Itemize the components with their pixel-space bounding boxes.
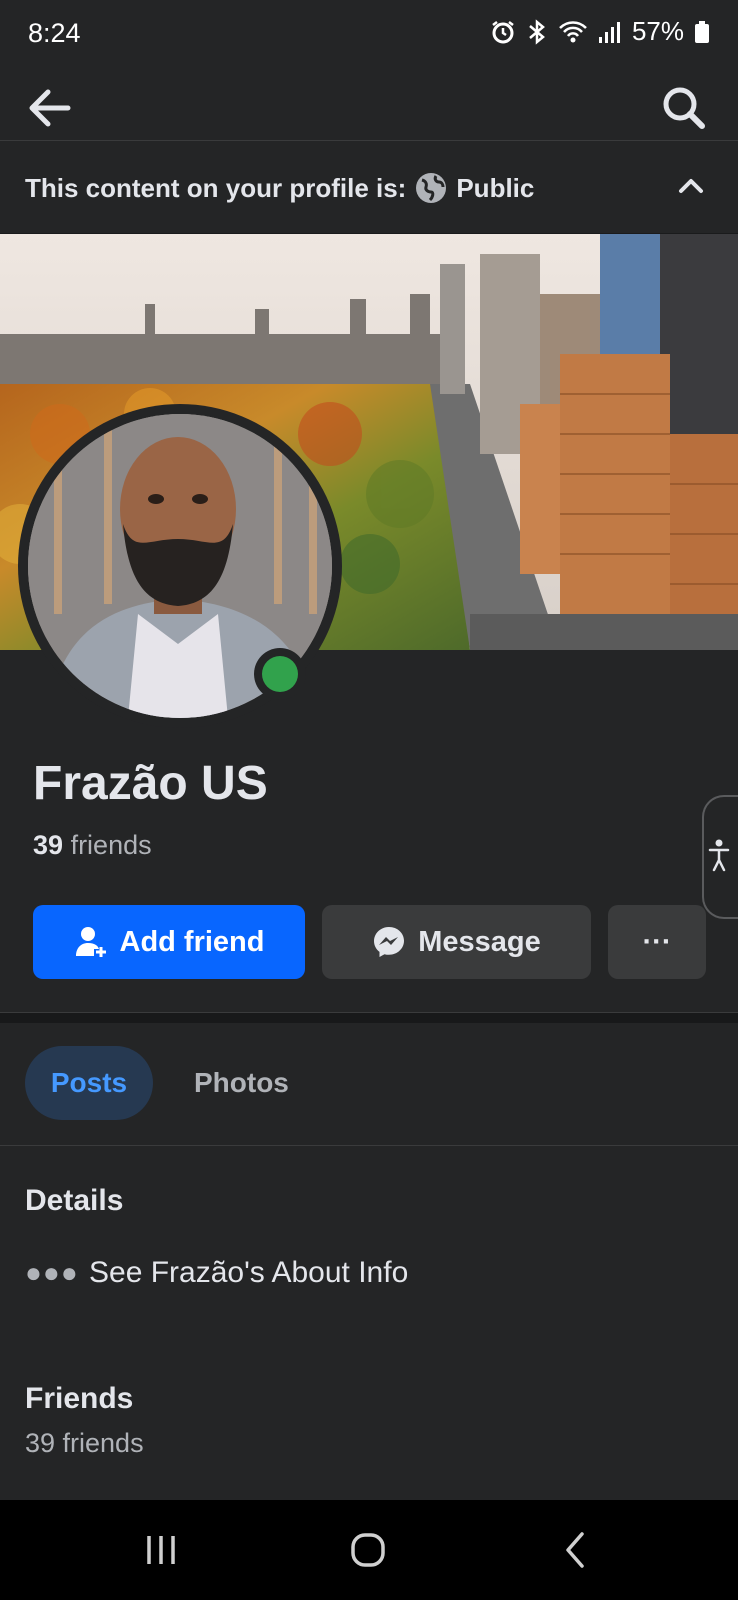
- friends-count: 39: [33, 830, 64, 860]
- chevron-up-icon[interactable]: [676, 171, 706, 201]
- system-back-icon[interactable]: [560, 1530, 590, 1570]
- system-nav-bar: [0, 1500, 738, 1600]
- message-button[interactable]: Message: [322, 905, 591, 979]
- tab-posts[interactable]: Posts: [25, 1046, 153, 1120]
- status-time: 8:24: [28, 18, 81, 48]
- bluetooth-icon: [529, 18, 545, 45]
- back-arrow-icon: [29, 89, 71, 127]
- privacy-value: Public: [456, 172, 535, 203]
- more-options-icon: ···: [642, 925, 672, 958]
- status-icons: 57%: [490, 16, 710, 47]
- signal-icon: [598, 21, 620, 43]
- more-options-button[interactable]: ···: [608, 905, 706, 979]
- tab-photos[interactable]: Photos: [194, 1046, 289, 1120]
- about-info-link[interactable]: ●●● See Frazão's About Info: [25, 1256, 408, 1290]
- section-divider: [0, 1012, 738, 1023]
- about-info-text: See Frazão's About Info: [89, 1256, 409, 1289]
- online-status-indicator: [254, 648, 306, 700]
- message-label: Message: [418, 925, 541, 958]
- status-bar: 8:24 57%: [0, 0, 738, 70]
- friends-heading: Friends: [25, 1382, 134, 1415]
- globe-icon: [416, 173, 447, 203]
- add-person-icon: [75, 927, 106, 957]
- messenger-icon: [374, 927, 405, 957]
- battery-percent: 57%: [631, 16, 684, 46]
- home-icon[interactable]: [348, 1530, 388, 1570]
- friends-section-count: 39 friends: [25, 1428, 144, 1458]
- recent-apps-icon[interactable]: [143, 1530, 179, 1570]
- tabs-divider: [0, 1145, 738, 1146]
- profile-name: Frazão US: [33, 757, 268, 810]
- alarm-icon: [492, 20, 514, 43]
- search-icon: [663, 87, 705, 129]
- accessibility-tab[interactable]: [702, 795, 738, 919]
- search-button[interactable]: [656, 80, 712, 136]
- back-button[interactable]: [22, 80, 78, 136]
- wifi-icon: [559, 20, 587, 42]
- accessibility-icon: [708, 839, 730, 872]
- friends-summary[interactable]: 39 friends: [33, 830, 152, 861]
- privacy-prefix: This content on your profile is:: [25, 172, 407, 203]
- more-dots-icon: ●●●: [25, 1257, 79, 1288]
- app-bar: [0, 70, 738, 141]
- add-friend-button[interactable]: Add friend: [33, 905, 305, 979]
- details-heading: Details: [25, 1184, 124, 1217]
- online-dot: [262, 656, 298, 692]
- add-friend-label: Add friend: [119, 925, 265, 958]
- friends-label: friends: [70, 830, 152, 860]
- privacy-banner[interactable]: This content on your profile is: Public: [0, 141, 738, 235]
- battery-icon: [695, 20, 709, 43]
- privacy-banner-text: This content on your profile is: Public: [25, 171, 534, 205]
